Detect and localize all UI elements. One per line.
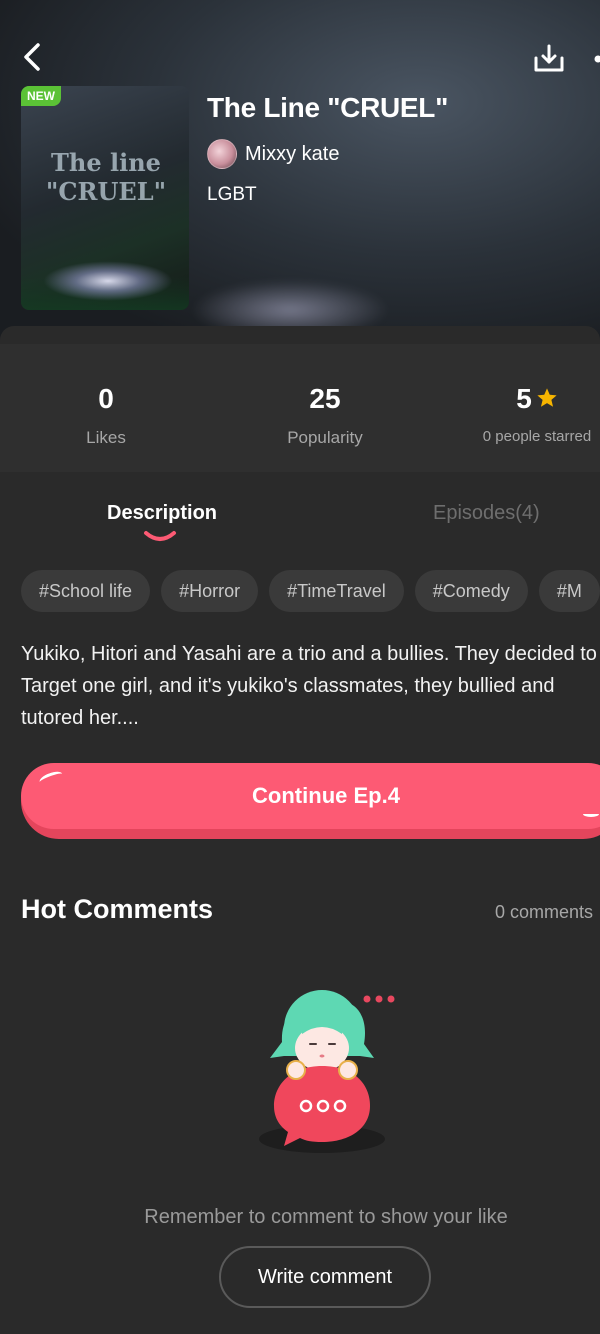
chevron-left-icon: [24, 43, 40, 71]
likes-count: 0: [98, 383, 114, 414]
continue-label: Continue Ep.4: [252, 783, 400, 808]
write-comment-button[interactable]: Write comment: [219, 1246, 431, 1308]
author-link[interactable]: Mixxy kate: [207, 139, 339, 169]
tab-description[interactable]: Description: [107, 502, 217, 525]
active-tab-indicator: [144, 531, 176, 541]
tag-chip[interactable]: #Horror: [161, 570, 259, 612]
stat-likes: 0 Likes: [6, 344, 206, 448]
description-text[interactable]: Yukiko, Hitori and Yasahi are a trio and…: [21, 638, 600, 734]
tab-bar: Description Episodes(4): [0, 502, 600, 552]
popularity-count: 25: [309, 383, 341, 414]
more-icon: [594, 55, 600, 63]
stats-bar: 0 Likes 25 Popularity 5 0 people starred: [0, 344, 600, 472]
author-name[interactable]: Mixxy kate: [245, 143, 339, 166]
download-button[interactable]: [533, 43, 565, 75]
genre-label[interactable]: LGBT: [207, 184, 257, 206]
tag-chip[interactable]: #Comedy: [414, 570, 528, 612]
rating-row: 5: [437, 382, 600, 416]
cover-flowers: [43, 261, 173, 301]
download-icon: [534, 44, 564, 72]
hot-comments-title: Hot Comments: [21, 894, 214, 924]
empty-comments-mascot: [259, 990, 395, 1153]
tag-list: #School life #Horror #TimeTravel #Comedy #M: [21, 570, 600, 614]
likes-label: Likes: [86, 428, 126, 447]
content-panel: 0 Likes 25 Popularity 5 0 people starred…: [0, 326, 600, 1334]
new-badge: NEW: [21, 86, 61, 106]
tag-chip[interactable]: #School life: [21, 570, 151, 612]
star-icon: [537, 388, 557, 407]
rating-value: 5: [516, 383, 532, 414]
more-button[interactable]: [588, 54, 600, 64]
header-banner: The line "CRUEL" NEW The Line "CRUEL" Mi…: [0, 0, 600, 340]
back-button[interactable]: [18, 42, 48, 72]
comic-title: The Line "CRUEL": [207, 92, 449, 123]
continue-button[interactable]: Continue Ep.4: [21, 763, 600, 839]
cover-image: The line "CRUEL": [21, 86, 189, 310]
popularity-label: Popularity: [287, 428, 363, 447]
stat-rating[interactable]: 5 0 people starred: [437, 344, 600, 445]
empty-comments-text: Remember to comment to show your like: [144, 1206, 508, 1228]
comment-count[interactable]: 0 comments: [495, 902, 593, 923]
author-avatar[interactable]: [207, 139, 237, 169]
tag-chip[interactable]: #M: [538, 570, 600, 612]
rating-label: 0 people starred: [482, 428, 592, 445]
tab-episodes[interactable]: Episodes(4): [433, 502, 540, 525]
cover-title-art: The line "CRUEL": [45, 148, 167, 206]
stat-popularity: 25 Popularity: [225, 344, 425, 448]
tag-chip[interactable]: #TimeTravel: [269, 570, 404, 612]
